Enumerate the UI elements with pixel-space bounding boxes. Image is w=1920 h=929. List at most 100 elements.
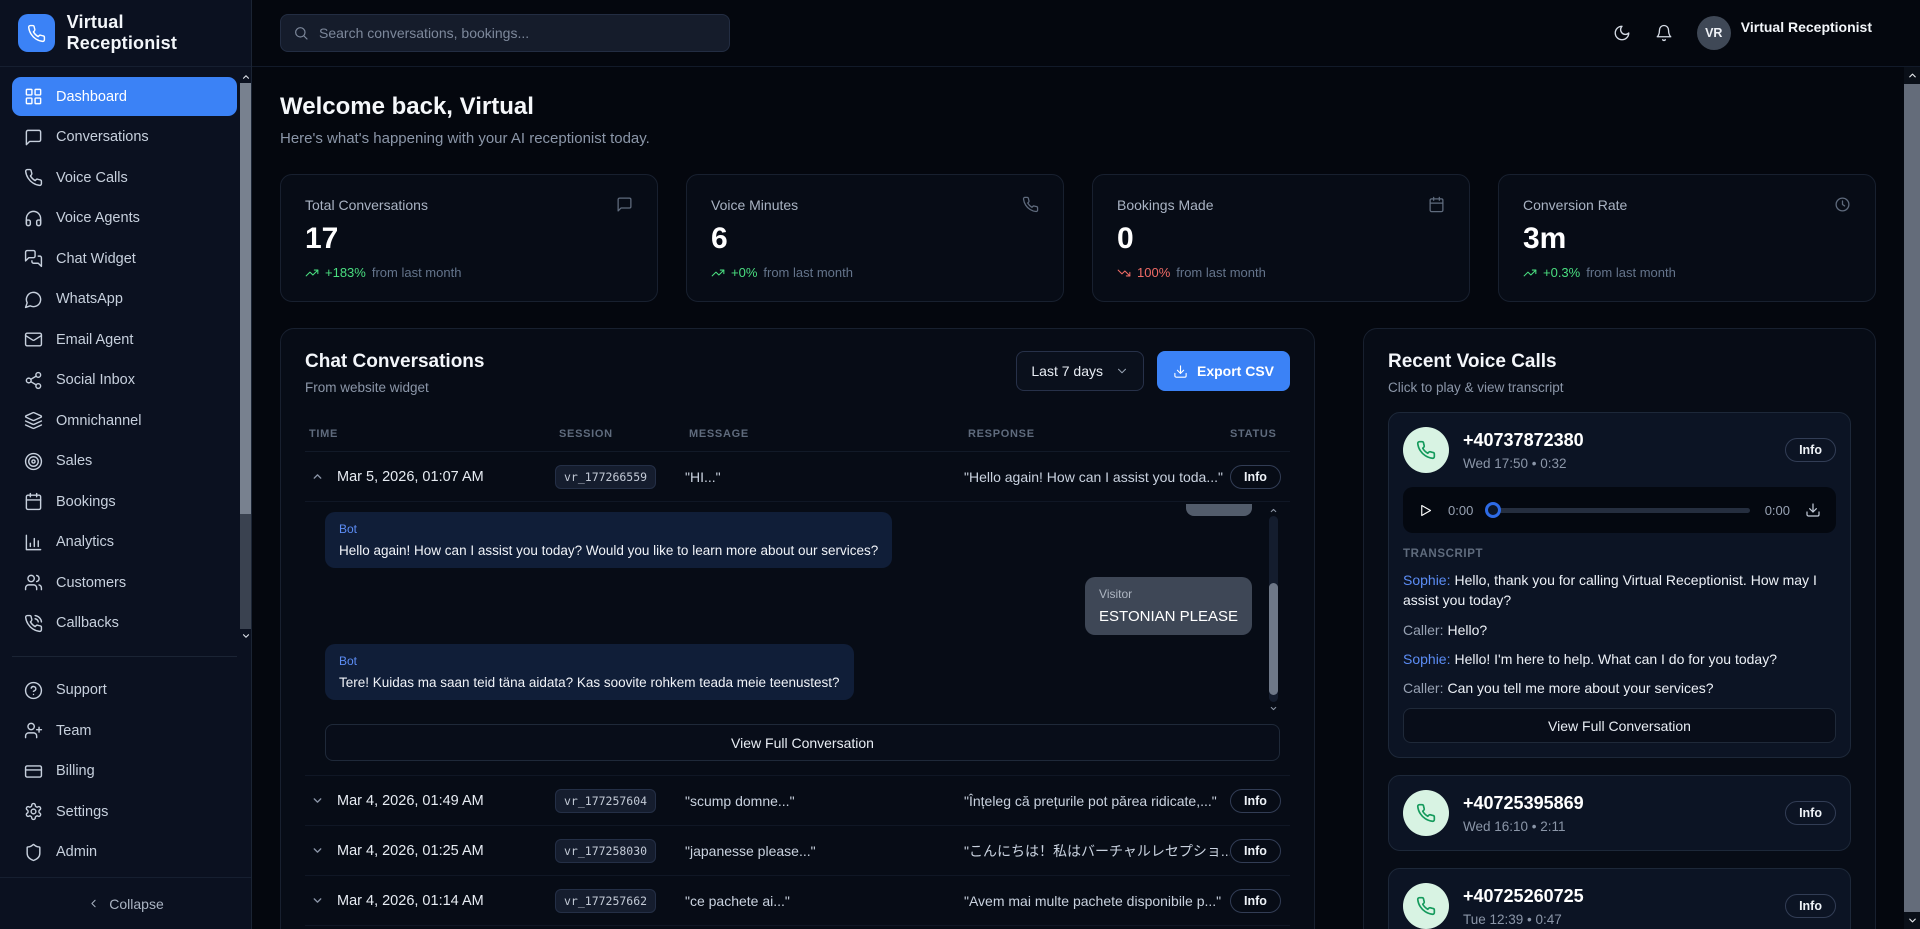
sidebar-item-label: Team (56, 723, 91, 739)
seek-slider[interactable] (1488, 508, 1749, 513)
info-badge[interactable]: Info (1230, 789, 1281, 813)
stat-delta-suffix: from last month (1176, 265, 1266, 280)
dark-mode-toggle[interactable] (1613, 24, 1631, 42)
sidebar-item-label: Sales (56, 453, 92, 469)
download-icon (1805, 502, 1821, 518)
sidebar-item-conversations[interactable]: Conversations (12, 118, 237, 157)
info-badge[interactable]: Info (1230, 839, 1281, 863)
message-text: Tere! Kuidas ma saan teid täna aidata? K… (339, 675, 840, 690)
sidebar-item-admin[interactable]: Admin (12, 833, 237, 872)
sidebar-item-label: Settings (56, 804, 108, 820)
session-badge: vr_177257662 (555, 889, 656, 913)
view-full-conversation-button[interactable]: View Full Conversation (325, 724, 1280, 761)
sidebar-item-omnichannel[interactable]: Omnichannel (12, 401, 237, 440)
stat-delta-suffix: from last month (372, 265, 462, 280)
sidebar-item-whatsapp[interactable]: WhatsApp (12, 280, 237, 319)
page-scrollbar-thumb[interactable] (1904, 84, 1920, 912)
expanded-conversation: Bot Hello again! How can I assist you to… (305, 502, 1290, 776)
sidebar-scrollbar-thumb[interactable] (240, 83, 251, 514)
table-row[interactable]: Mar 5, 2026, 01:07 AM vr_177266559 "HI..… (305, 452, 1290, 502)
voice-call-card[interactable]: +40725395869 Wed 16:10 • 2:11 Info (1388, 775, 1851, 851)
sidebar-item-team[interactable]: Team (12, 711, 237, 750)
chevron-up-icon (311, 470, 324, 483)
sidebar-item-label: Support (56, 682, 107, 698)
transcript-text: Hello? (1447, 622, 1487, 638)
sidebar-item-social-inbox[interactable]: Social Inbox (12, 361, 237, 400)
sidebar-item-dashboard[interactable]: Dashboard (12, 77, 237, 116)
message-sender: Bot (339, 522, 878, 536)
scroll-up-icon[interactable] (1904, 67, 1920, 84)
transcript-speaker: Sophie: (1403, 651, 1450, 667)
sidebar-item-settings[interactable]: Settings (12, 792, 237, 831)
sidebar-item-bookings[interactable]: Bookings (12, 482, 237, 521)
total-time: 0:00 (1765, 503, 1790, 518)
sidebar-scrollbar[interactable] (240, 70, 251, 642)
transcript-text: Hello, thank you for calling Virtual Rec… (1403, 572, 1817, 608)
message-sender: Visitor (1099, 587, 1238, 601)
table-row[interactable]: Mar 4, 2026, 01:25 AM vr_177258030 "japa… (305, 826, 1290, 876)
info-badge[interactable]: Info (1785, 801, 1836, 825)
help-circle-icon (24, 681, 43, 700)
row-time: Mar 4, 2026, 01:14 AM (337, 893, 484, 909)
sidebar-item-sales[interactable]: Sales (12, 442, 237, 481)
play-button[interactable] (1418, 503, 1433, 518)
sidebar-item-label: Email Agent (56, 332, 133, 348)
search-input[interactable] (319, 25, 717, 41)
recent-voice-calls-panel: Recent Voice Calls Click to play & view … (1363, 328, 1876, 929)
stat-delta: +183% (325, 265, 366, 280)
view-full-conversation-button[interactable]: View Full Conversation (1403, 708, 1836, 743)
table-row[interactable]: Mar 4, 2026, 01:49 AM vr_177257604 "scum… (305, 776, 1290, 826)
social-inbox-icon (24, 371, 43, 390)
collapse-sidebar-button[interactable]: Collapse (0, 877, 251, 929)
scroll-down-icon[interactable] (241, 629, 251, 642)
scroll-down-icon[interactable] (1269, 702, 1278, 714)
conversation-scrollbar-thumb[interactable] (1269, 583, 1278, 695)
page-scrollbar[interactable] (1904, 67, 1920, 929)
sidebar-item-email-agent[interactable]: Email Agent (12, 320, 237, 359)
user-menu[interactable]: VR Virtual Receptionist (1697, 16, 1872, 50)
scroll-up-icon[interactable] (241, 70, 251, 83)
app-logo: Virtual Receptionist (0, 0, 251, 67)
scroll-down-icon[interactable] (1904, 912, 1920, 929)
sidebar-item-voice-calls[interactable]: Voice Calls (12, 158, 237, 197)
voice-call-card[interactable]: +40737872380 Wed 17:50 • 0:32 Info 0:00 … (1388, 412, 1851, 758)
date-range-select[interactable]: Last 7 days (1016, 351, 1144, 391)
info-badge[interactable]: Info (1230, 889, 1281, 913)
download-recording-button[interactable] (1805, 502, 1821, 518)
sidebar-item-chat-widget[interactable]: Chat Widget (12, 239, 237, 278)
partial-bubble (1186, 504, 1252, 516)
voice-call-card[interactable]: +40725260725 Tue 12:39 • 0:47 Info (1388, 868, 1851, 929)
notifications-button[interactable] (1655, 24, 1673, 42)
bot-message-bubble: Bot Hello again! How can I assist you to… (325, 512, 892, 568)
sidebar-item-billing[interactable]: Billing (12, 752, 237, 791)
shield-icon (24, 843, 43, 862)
scroll-up-icon[interactable] (1269, 504, 1278, 516)
sidebar-item-label: WhatsApp (56, 291, 123, 307)
conversation-scrollbar[interactable] (1267, 504, 1280, 714)
table-row[interactable]: Mar 4, 2026, 01:14 AM vr_177257662 "ce p… (305, 876, 1290, 926)
sidebar-item-label: Social Inbox (56, 372, 135, 388)
sidebar: Virtual Receptionist Dashboard Conversat… (0, 0, 252, 929)
stat-label: Voice Minutes (711, 197, 798, 213)
sidebar-item-support[interactable]: Support (12, 671, 237, 710)
dashboard-content: Welcome back, Virtual Here's what's happ… (252, 67, 1920, 929)
sidebar-item-analytics[interactable]: Analytics (12, 523, 237, 562)
info-badge[interactable]: Info (1785, 894, 1836, 918)
column-status: STATUS (1230, 428, 1290, 440)
export-csv-button[interactable]: Export CSV (1157, 351, 1290, 391)
sidebar-item-customers[interactable]: Customers (12, 563, 237, 602)
stat-label: Conversion Rate (1523, 197, 1627, 213)
bookings-icon (24, 492, 43, 511)
sidebar-item-voice-agents[interactable]: Voice Agents (12, 199, 237, 238)
main-area: VR Virtual Receptionist Welcome back, Vi… (252, 0, 1920, 929)
seek-slider-thumb[interactable] (1485, 502, 1501, 518)
info-badge[interactable]: Info (1785, 438, 1836, 462)
sidebar-scrollbar-track[interactable] (240, 83, 251, 629)
download-icon (1173, 364, 1188, 379)
trending-up-icon (1523, 266, 1537, 280)
stat-card-bookings-made: Bookings Made 0 100%from last month (1092, 174, 1470, 302)
stat-value: 3m (1523, 222, 1851, 256)
sidebar-item-callbacks[interactable]: Callbacks (12, 604, 237, 643)
audio-player: 0:00 0:00 (1403, 487, 1836, 533)
info-badge[interactable]: Info (1230, 465, 1281, 489)
